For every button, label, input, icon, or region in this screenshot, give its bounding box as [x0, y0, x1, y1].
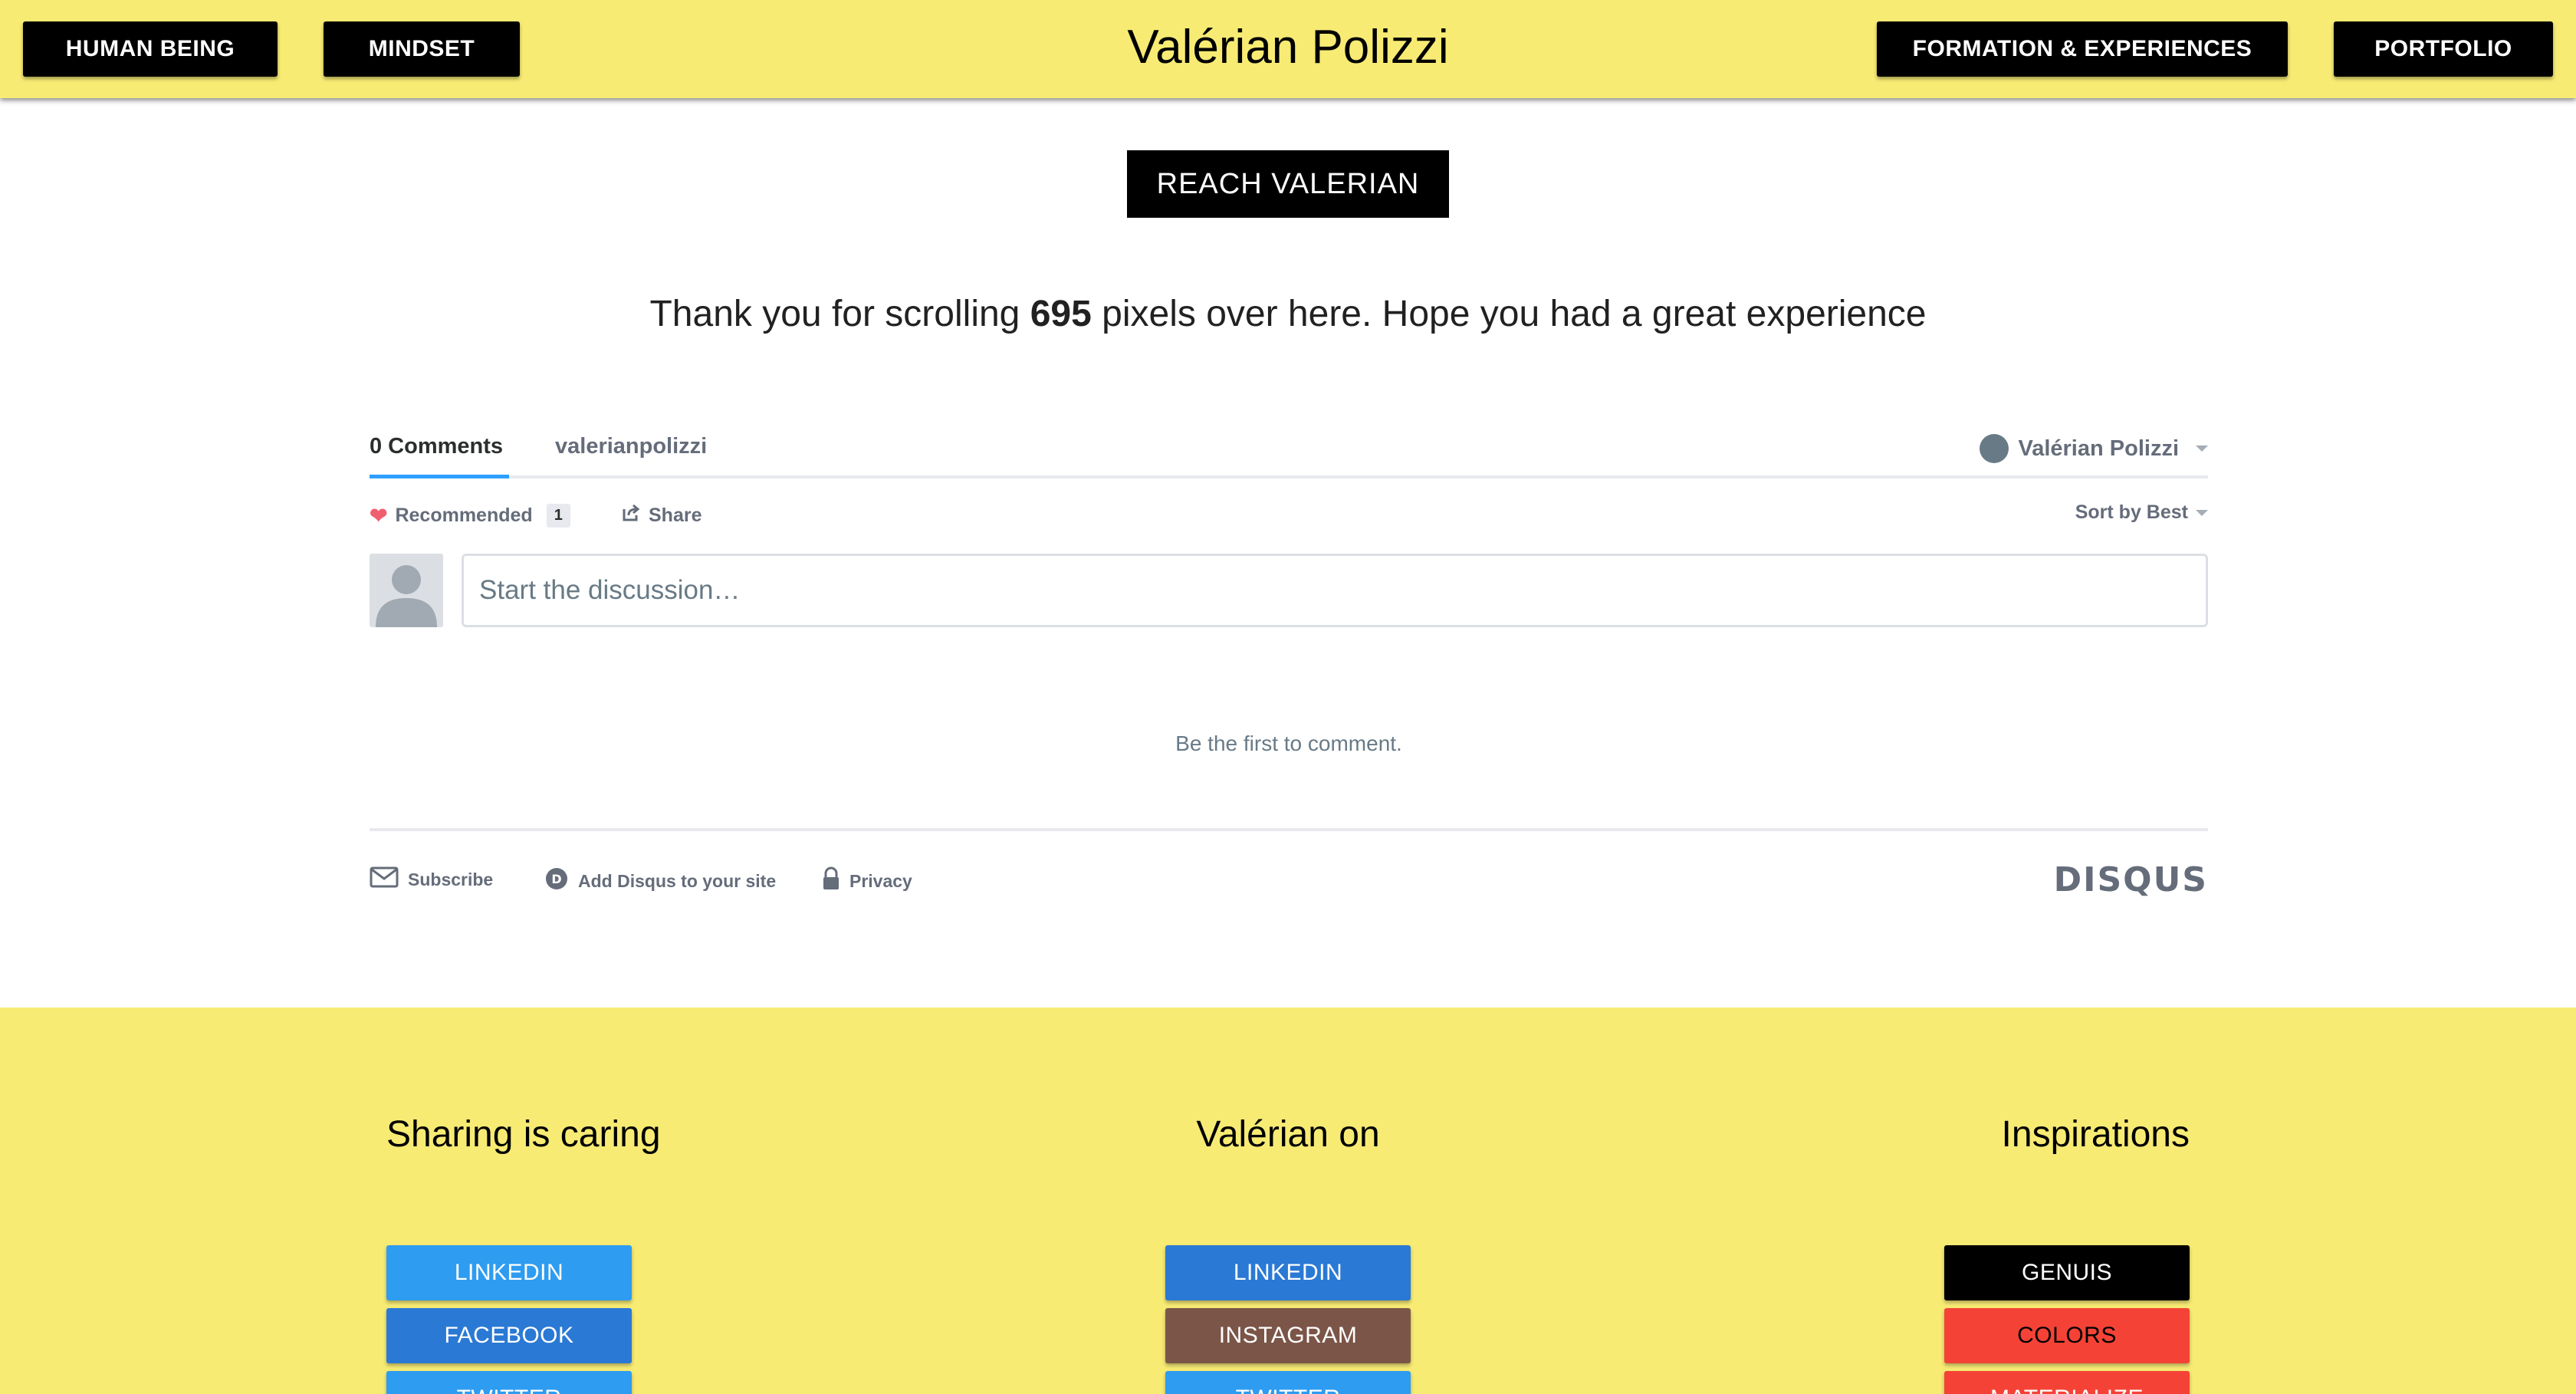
top-navbar: HUMAN BEING MINDSET Valérian Polizzi FOR…: [0, 0, 2576, 98]
sharing-heading: Sharing is caring: [386, 1114, 661, 1155]
inspirations-heading: Inspirations: [2001, 1114, 2190, 1155]
nav-portfolio-button[interactable]: PORTFOLIO: [2334, 21, 2553, 77]
user-name: Valérian Polizzi: [2018, 436, 2179, 461]
share-twitter-button[interactable]: TWITTER: [386, 1371, 632, 1394]
chevron-down-icon: [2196, 509, 2208, 516]
subscribe-label: Subscribe: [408, 869, 494, 889]
share-facebook-button[interactable]: FACEBOOK: [386, 1308, 632, 1363]
disqus-actions-bar: ❤ Recommended 1 Share Sort by Best: [370, 497, 2208, 534]
inspiration-materialize-button[interactable]: MATERIALIZE: [1944, 1371, 2190, 1394]
disqus-brand-logo[interactable]: DISQUS: [2054, 860, 2208, 899]
site-footer: Sharing is caring Valérian on Inspiratio…: [0, 1008, 2576, 1394]
nav-mindset-button[interactable]: MINDSET: [324, 21, 520, 77]
disqus-thread: 0 Comments valerianpolizzi Valérian Poli…: [370, 414, 2208, 905]
comment-input[interactable]: [462, 554, 2208, 627]
add-disqus-label: Add Disqus to your site: [578, 870, 777, 891]
svg-text:D: D: [551, 872, 561, 886]
sort-label: Sort by Best: [2075, 501, 2188, 523]
privacy-link[interactable]: Privacy: [822, 866, 912, 896]
recommend-count: 1: [546, 504, 570, 528]
valerian-twitter-button[interactable]: TWITTER: [1165, 1371, 1411, 1394]
empty-comments-message: Be the first to comment.: [1175, 732, 1402, 755]
site-title[interactable]: Valérian Polizzi: [828, 18, 1748, 77]
user-menu[interactable]: Valérian Polizzi: [1980, 434, 2208, 463]
reach-valerian-button[interactable]: REACH VALERIAN: [1127, 150, 1449, 218]
inspiration-colors-button[interactable]: COLORS: [1944, 1308, 2190, 1363]
share-button[interactable]: Share: [621, 503, 702, 528]
scroll-message: Thank you for scrolling 695 pixels over …: [0, 293, 2576, 335]
guest-avatar: [370, 554, 443, 627]
share-label: Share: [649, 505, 702, 526]
valerian-instagram-button[interactable]: INSTAGRAM: [1165, 1308, 1411, 1363]
chevron-down-icon: [2196, 445, 2208, 452]
valerian-on-heading: Valérian on: [1196, 1114, 1380, 1155]
privacy-label: Privacy: [849, 870, 912, 891]
recommend-label: Recommended: [395, 505, 533, 526]
subscribe-link[interactable]: Subscribe: [370, 866, 493, 893]
recommend-button[interactable]: ❤ Recommended 1: [370, 503, 570, 528]
disqus-logo-icon: D: [544, 866, 569, 896]
sort-dropdown[interactable]: Sort by Best: [2075, 501, 2208, 524]
valerian-linkedin-button[interactable]: LINKEDIN: [1165, 1245, 1411, 1300]
tab-comments[interactable]: 0 Comments: [370, 434, 509, 478]
scroll-pixel-count: 695: [1030, 294, 1092, 334]
inspiration-genuis-button[interactable]: GENUIS: [1944, 1245, 2190, 1300]
envelope-icon: [370, 866, 399, 893]
nav-formation-experiences-button[interactable]: FORMATION & EXPERIENCES: [1877, 21, 2288, 77]
tab-community[interactable]: valerianpolizzi: [555, 434, 707, 459]
add-disqus-link[interactable]: D Add Disqus to your site: [544, 866, 776, 896]
heart-icon: ❤: [370, 504, 388, 528]
share-icon: [621, 503, 641, 528]
disqus-tab-bar: 0 Comments valerianpolizzi Valérian Poli…: [370, 414, 2208, 478]
scroll-message-suffix: pixels over here. Hope you had a great e…: [1102, 294, 1927, 334]
scroll-message-prefix: Thank you for scrolling: [649, 294, 1020, 334]
nav-human-being-button[interactable]: HUMAN BEING: [23, 21, 278, 77]
share-linkedin-button[interactable]: LINKEDIN: [386, 1245, 632, 1300]
disqus-footer: Subscribe D Add Disqus to your site Priv…: [370, 828, 2208, 905]
user-avatar: [1980, 434, 2009, 463]
lock-icon: [822, 866, 840, 896]
